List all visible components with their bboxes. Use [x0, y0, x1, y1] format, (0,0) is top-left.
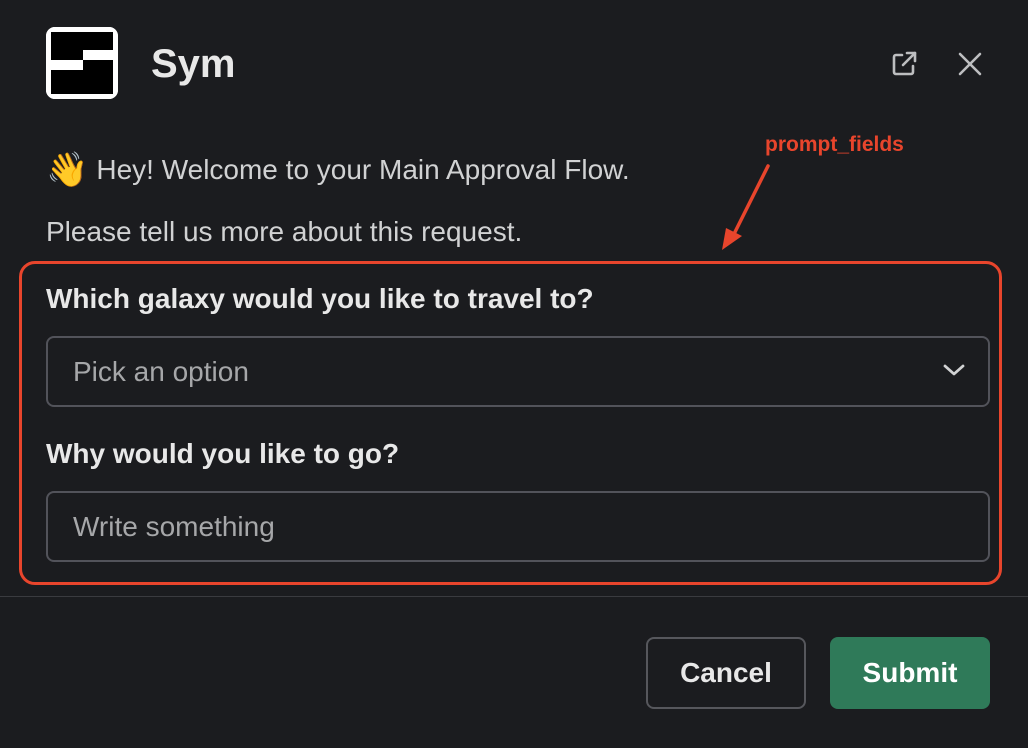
waving-hand-icon: 👋	[46, 151, 89, 189]
close-button[interactable]	[950, 44, 990, 84]
chevron-down-icon	[942, 362, 966, 383]
galaxy-select[interactable]: Pick an option	[46, 336, 990, 407]
footer-divider	[0, 596, 1028, 597]
annotation-arrow-icon	[722, 164, 770, 250]
cancel-button[interactable]: Cancel	[646, 637, 806, 709]
modal-dialog: Sym 👋 Hey! Welcome to your Main Approval…	[0, 0, 1028, 748]
reason-text-input[interactable]	[46, 491, 990, 562]
galaxy-select-placeholder: Pick an option	[73, 356, 249, 387]
welcome-text: Hey! Welcome to your Main Approval Flow.	[96, 154, 630, 185]
request-prompt-text: Please tell us more about this request.	[46, 216, 523, 247]
welcome-message: 👋 Hey! Welcome to your Main Approval Flo…	[46, 148, 630, 192]
close-icon	[957, 51, 983, 77]
sym-logo-icon	[46, 27, 118, 99]
annotation-label: prompt_fields	[765, 133, 904, 156]
galaxy-field-label: Which galaxy would you like to travel to…	[46, 283, 594, 314]
reason-field-label: Why would you like to go?	[46, 438, 400, 469]
open-external-icon	[889, 49, 919, 79]
app-title: Sym	[151, 42, 236, 86]
open-external-button[interactable]	[884, 44, 924, 84]
submit-button[interactable]: Submit	[830, 637, 990, 709]
